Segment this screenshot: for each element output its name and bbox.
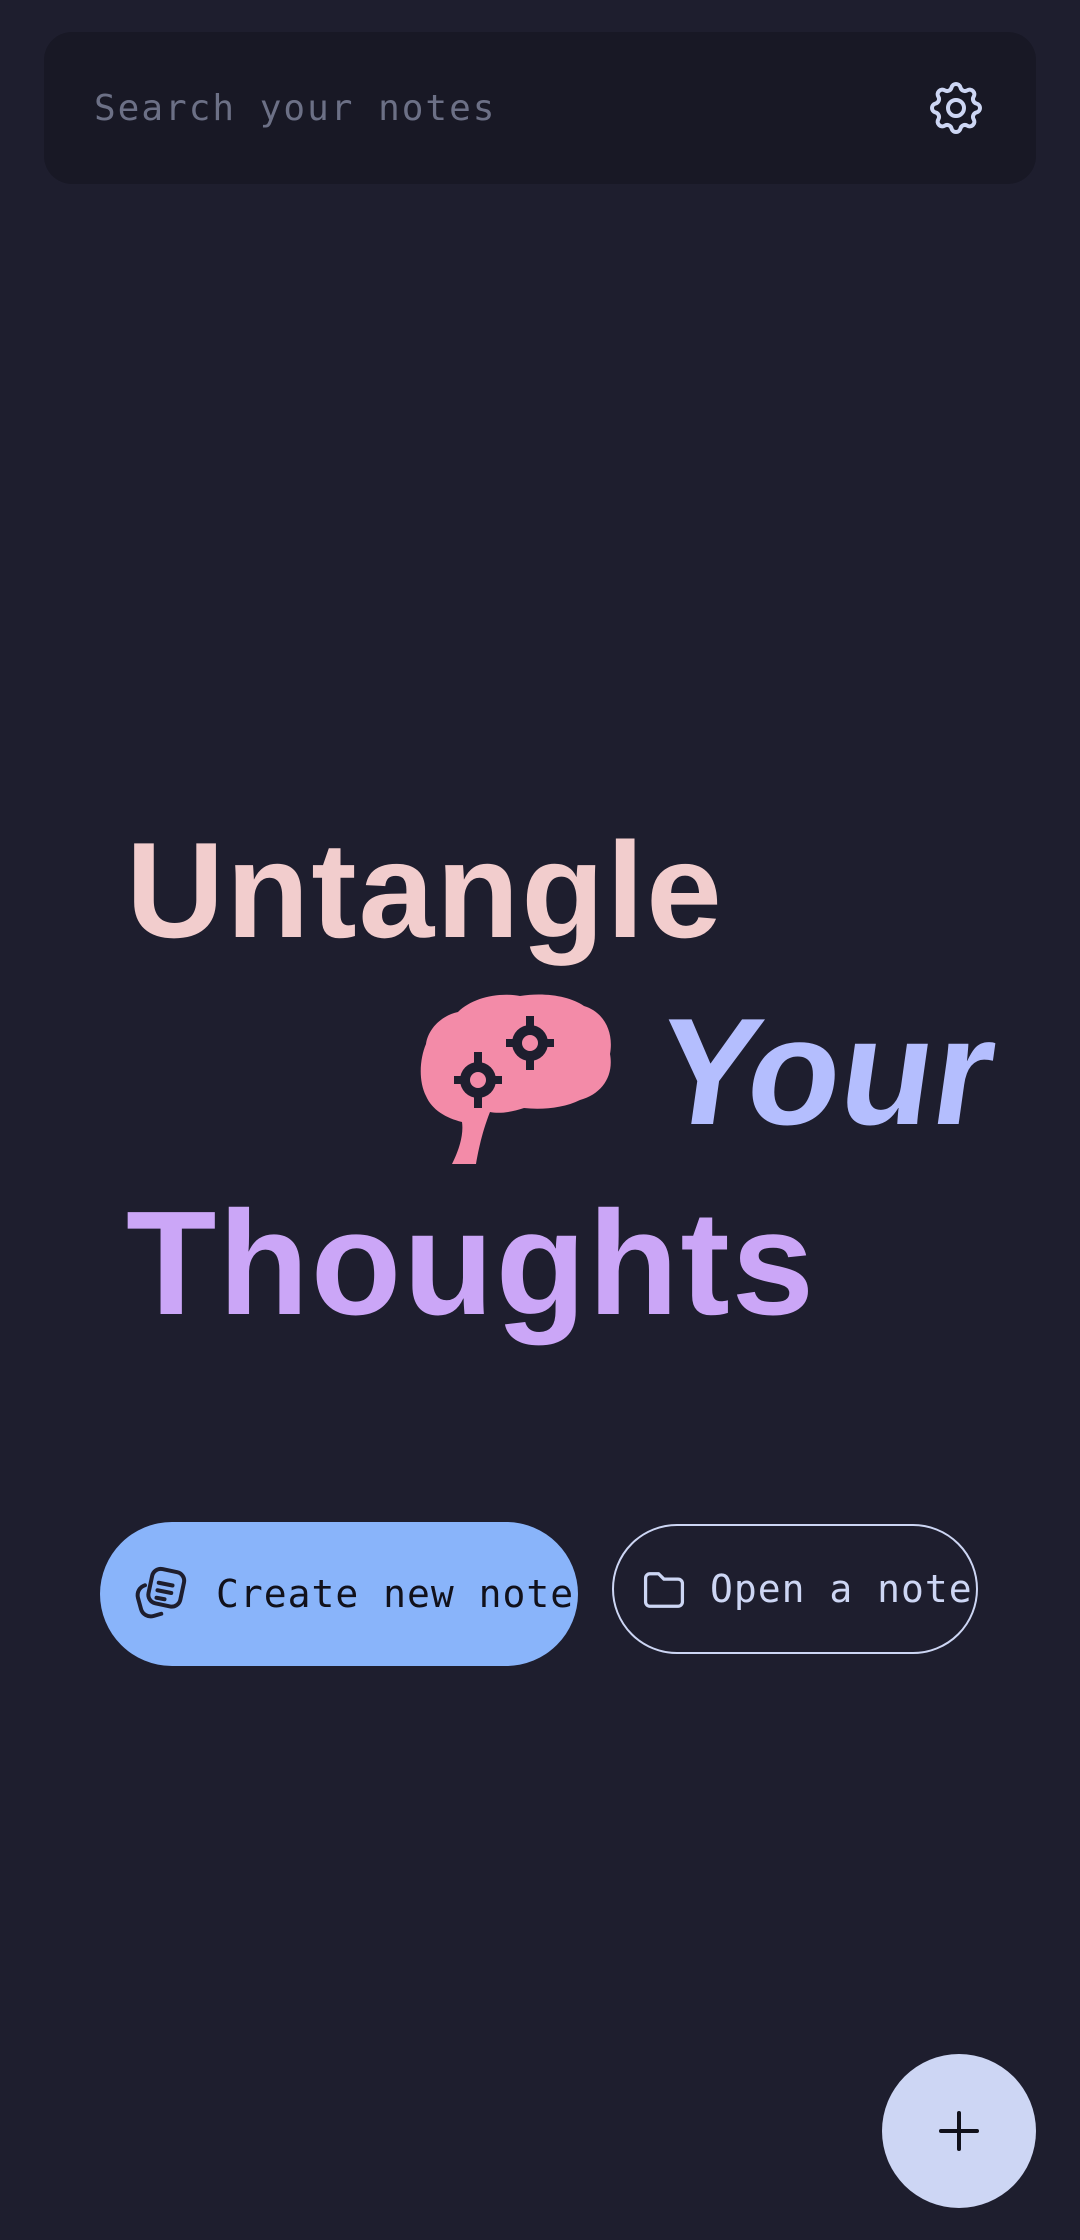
folder-icon bbox=[643, 1572, 685, 1608]
plus-icon bbox=[939, 2111, 979, 2151]
create-new-note-button[interactable]: Create new note bbox=[100, 1522, 578, 1666]
notes-icon bbox=[135, 1566, 187, 1619]
open-a-note-button[interactable]: Open a note bbox=[612, 1524, 978, 1654]
brain-with-gears-icon bbox=[420, 994, 611, 1164]
add-note-fab[interactable] bbox=[882, 2054, 1036, 2208]
open-a-note-label: Open a note bbox=[710, 1567, 973, 1611]
create-new-note-label: Create new note bbox=[216, 1572, 575, 1616]
hero: Untangle Your Thoughts bbox=[0, 0, 1080, 1400]
hero-line-untangle: Untangle bbox=[126, 814, 724, 966]
hero-line-your: Your bbox=[646, 987, 1006, 1157]
hero-line-thoughts: Thoughts bbox=[126, 1181, 817, 1346]
